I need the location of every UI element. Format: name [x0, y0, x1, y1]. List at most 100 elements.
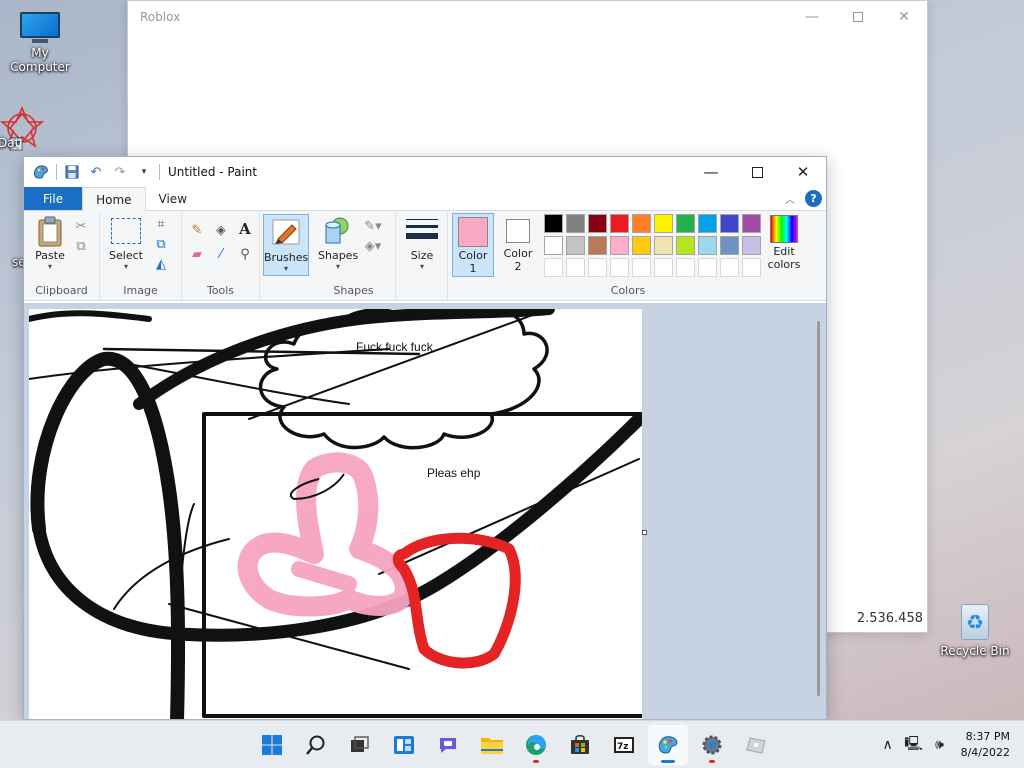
custom-color-slot[interactable] [544, 258, 563, 277]
volume-icon[interactable]: 🕪 [927, 737, 953, 753]
paint-app-icon[interactable] [32, 163, 50, 181]
palette-swatch[interactable] [544, 214, 563, 233]
palette-swatch[interactable] [588, 236, 607, 255]
rotate-icon[interactable]: ◭ [152, 255, 170, 273]
chevron-up-icon[interactable]: ∧ [875, 737, 901, 753]
roblox-taskbar-button[interactable] [736, 725, 776, 765]
recycle-bin-icon: ♻ [955, 598, 995, 642]
edit-colors-button[interactable]: Edit colors [764, 213, 804, 271]
text-icon[interactable]: A [236, 220, 254, 238]
custom-color-slot[interactable] [676, 258, 695, 277]
cut-icon[interactable]: ✂ [72, 217, 90, 235]
select-button[interactable]: Select ▾ [106, 215, 146, 271]
palette-swatch[interactable] [654, 214, 673, 233]
color2-button[interactable]: Color 2 [498, 213, 538, 277]
chat-icon [440, 738, 456, 753]
redo-icon[interactable]: ↷ [111, 163, 129, 181]
custom-color-slot[interactable] [610, 258, 629, 277]
clock[interactable]: 8:37 PM 8/4/2022 [953, 729, 1024, 761]
undo-icon[interactable]: ↶ [87, 163, 105, 181]
minimize-icon: — [703, 163, 719, 181]
palette-swatch[interactable] [632, 236, 651, 255]
palette-swatch[interactable] [742, 236, 761, 255]
custom-color-slot[interactable] [698, 258, 717, 277]
minimize-button[interactable]: — [688, 157, 734, 187]
desktop-icon-recycle-bin[interactable]: ♻ Recycle Bin [935, 598, 1015, 658]
custom-color-slot[interactable] [566, 258, 585, 277]
tab-home[interactable]: Home [82, 187, 146, 211]
store-button[interactable] [560, 725, 600, 765]
palette-swatch[interactable] [632, 214, 651, 233]
resize-icon[interactable]: ⧉ [152, 235, 170, 253]
palette-swatch[interactable] [676, 214, 695, 233]
desktop-icon-dat[interactable]: Dat [0, 104, 45, 151]
desktop-icon-my-computer[interactable]: My Computer [0, 10, 80, 74]
minimize-icon: — [805, 9, 819, 25]
widgets-button[interactable] [384, 725, 424, 765]
palette-swatch[interactable] [566, 214, 585, 233]
fill-icon[interactable]: ◈ [212, 221, 230, 239]
paint-window[interactable]: ↶ ↷ ▾ Untitled - Paint — ✕ File Home Vie… [23, 156, 827, 720]
color-picker-icon[interactable]: ⁄ [212, 245, 230, 263]
magnifier-icon[interactable]: ⚲ [236, 245, 254, 263]
custom-color-slot[interactable] [720, 258, 739, 277]
palette-swatch[interactable] [610, 214, 629, 233]
palette-swatch[interactable] [698, 214, 717, 233]
paste-button[interactable]: Paste ▾ [30, 215, 70, 271]
palette-swatch[interactable] [698, 236, 717, 255]
palette-swatch[interactable] [654, 236, 673, 255]
tab-file[interactable]: File [24, 187, 83, 210]
start-button[interactable] [252, 725, 292, 765]
color1-button[interactable]: Color 1 [452, 213, 494, 277]
brushes-button[interactable]: Brushes ▾ [263, 214, 309, 276]
close-button[interactable]: ✕ [881, 1, 927, 33]
ribbon: Paste ▾ ✂ ⧉ Clipboard Select ▾ ⌗ ⧉ ◭ Ima… [24, 211, 826, 301]
7zip-button[interactable]: 7z [604, 725, 644, 765]
palette-swatch[interactable] [676, 236, 695, 255]
settings-button[interactable] [692, 725, 732, 765]
copy-icon[interactable]: ⧉ [72, 237, 90, 255]
size-button[interactable]: Size ▾ [402, 215, 442, 271]
drawing-canvas[interactable]: Fuck fuck fuck Pleas ehp [29, 309, 642, 719]
maximize-button[interactable] [734, 157, 780, 187]
minimize-ribbon-icon[interactable]: ︿ [785, 191, 795, 206]
version-label: 2.536.458 [856, 611, 923, 626]
palette-swatch[interactable] [720, 236, 739, 255]
task-view-button[interactable] [340, 725, 380, 765]
paint-taskbar-button[interactable] [648, 725, 688, 765]
canvas-resize-handle[interactable] [642, 530, 647, 535]
save-icon[interactable] [63, 163, 81, 181]
outline-icon[interactable]: ✎▾ [360, 217, 386, 235]
palette-swatch[interactable] [610, 236, 629, 255]
palette-swatch[interactable] [566, 236, 585, 255]
network-icon[interactable]: 🖳 [901, 733, 927, 757]
palette-swatch[interactable] [742, 214, 761, 233]
tab-view[interactable]: View [146, 187, 200, 210]
eraser-icon[interactable]: ▰ [188, 245, 206, 263]
edge-button[interactable] [516, 725, 556, 765]
vertical-scrollbar[interactable] [817, 321, 820, 696]
custom-color-slot[interactable] [654, 258, 673, 277]
palette-swatch[interactable] [588, 214, 607, 233]
customize-quick-access-icon[interactable]: ▾ [135, 163, 153, 181]
file-explorer-button[interactable] [472, 725, 512, 765]
crop-icon[interactable]: ⌗ [152, 215, 170, 233]
chat-button[interactable] [428, 725, 468, 765]
shape-fill-icon[interactable]: ◈▾ [360, 237, 386, 255]
clock-date: 8/4/2022 [960, 746, 1010, 759]
pencil-icon[interactable]: ✎ [188, 221, 206, 239]
system-tray: ∧ 🖳 🕪 8:37 PM 8/4/2022 [875, 721, 1024, 768]
custom-color-slot[interactable] [742, 258, 761, 277]
shapes-button[interactable]: Shapes ▾ [318, 215, 358, 271]
search-button[interactable] [296, 725, 336, 765]
close-button[interactable]: ✕ [780, 157, 826, 187]
running-indicator [709, 760, 715, 763]
maximize-button[interactable] [835, 1, 881, 33]
custom-color-slot[interactable] [632, 258, 651, 277]
group-label: Clipboard [35, 284, 88, 297]
custom-color-slot[interactable] [588, 258, 607, 277]
palette-swatch[interactable] [720, 214, 739, 233]
minimize-button[interactable]: — [789, 1, 835, 33]
palette-swatch[interactable] [544, 236, 563, 255]
help-icon[interactable]: ? [805, 190, 822, 207]
